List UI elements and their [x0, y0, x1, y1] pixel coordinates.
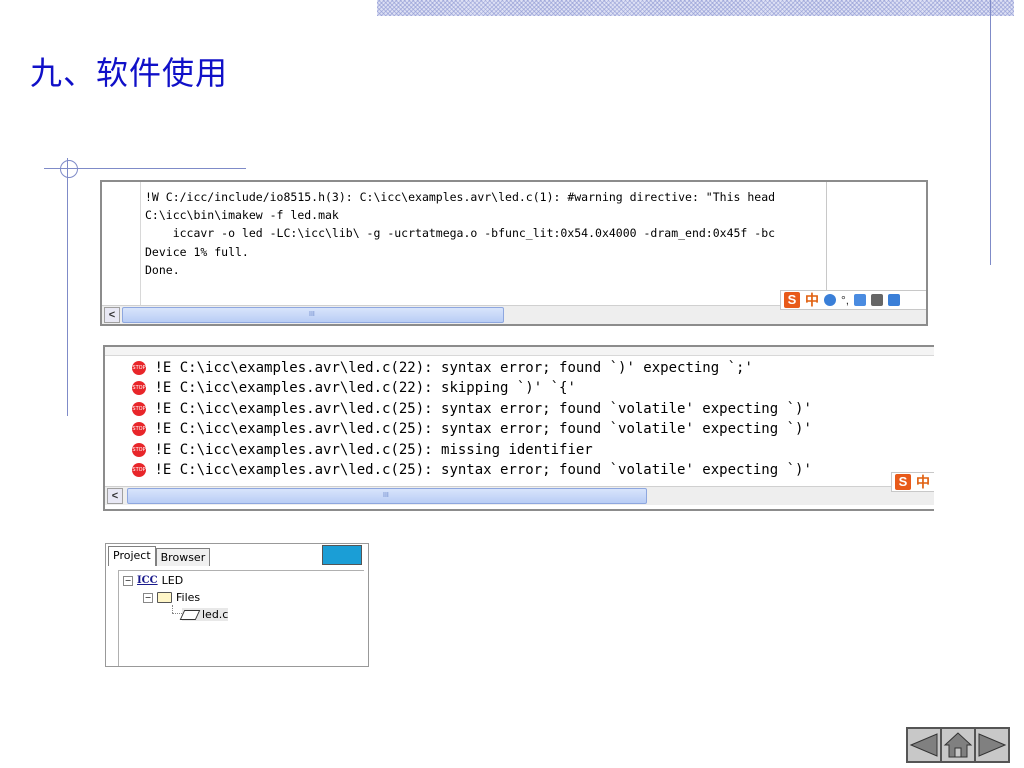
- tree-item-label: led.c: [202, 608, 229, 621]
- scroll-thumb[interactable]: III: [122, 307, 504, 323]
- stop-icon: STOP: [132, 361, 146, 375]
- tree-item-project[interactable]: − ICC LED: [123, 574, 183, 587]
- header-hatch-band: [377, 0, 1014, 16]
- build-output-line: iccavr -o led -LC:\icc\lib\ -g -ucrtatme…: [145, 226, 776, 240]
- error-text: !E C:\icc\examples.avr\led.c(25): missin…: [154, 442, 593, 458]
- tree-connector: [172, 613, 182, 615]
- stop-icon: STOP: [132, 402, 146, 416]
- scroll-thumb-grip: III: [309, 311, 315, 318]
- arrow-right-icon: [978, 733, 1007, 757]
- left-vertical-rule: [67, 158, 68, 416]
- sogou-s-icon[interactable]: S: [895, 474, 911, 490]
- wrench-icon[interactable]: [888, 294, 901, 306]
- error-text: !E C:\icc\examples.avr\led.c(25): syntax…: [154, 421, 812, 437]
- c-file-icon: [179, 609, 201, 620]
- panel-header-graphic: [322, 545, 362, 565]
- next-button[interactable]: [974, 727, 1010, 763]
- collapse-toggle-icon[interactable]: −: [123, 575, 133, 586]
- project-tree: − ICC LED − Files led.c: [118, 570, 364, 666]
- error-output-scrollbar[interactable]: < III: [105, 486, 934, 505]
- tab-project[interactable]: Project: [108, 546, 156, 566]
- tree-item-label: Files: [176, 591, 201, 604]
- project-tabs: Project Browser: [108, 546, 211, 566]
- ime-toolbar[interactable]: S 中: [891, 472, 934, 492]
- user-icon[interactable]: [871, 294, 884, 306]
- ime-chinese-mode[interactable]: 中: [916, 472, 930, 492]
- column-divider: [826, 182, 827, 292]
- output-gutter: [102, 182, 141, 306]
- sogou-s-icon[interactable]: S: [784, 292, 800, 308]
- right-vertical-rule: [990, 0, 991, 265]
- scroll-left-arrow-icon[interactable]: <: [104, 307, 120, 323]
- stop-icon: STOP: [132, 463, 146, 477]
- home-button[interactable]: [940, 727, 976, 763]
- ime-chinese-mode[interactable]: 中: [805, 290, 819, 310]
- error-text: !E C:\icc\examples.avr\led.c(22): syntax…: [154, 360, 753, 376]
- moon-icon[interactable]: [824, 294, 836, 306]
- crosshair-circle-icon: [60, 160, 78, 178]
- slide-title: 九、软件使用: [30, 54, 229, 92]
- collapse-toggle-icon[interactable]: −: [143, 592, 153, 603]
- build-output-line: Device 1% full.: [145, 245, 249, 259]
- slide-nav: [906, 727, 1010, 763]
- error-output-panel: STOP !E C:\icc\examples.avr\led.c(22): s…: [103, 345, 934, 511]
- project-panel: Project Browser − ICC LED − Files led.c: [105, 543, 369, 667]
- scroll-thumb[interactable]: III: [127, 488, 647, 504]
- ime-toolbar[interactable]: S 中 °,: [780, 290, 926, 310]
- previous-button[interactable]: [906, 727, 942, 763]
- error-text: !E C:\icc\examples.avr\led.c(25): syntax…: [154, 401, 812, 417]
- ime-punct[interactable]: °,: [841, 293, 849, 307]
- error-line: STOP !E C:\icc\examples.avr\led.c(25): s…: [132, 460, 812, 481]
- error-line: STOP !E C:\icc\examples.avr\led.c(22): s…: [132, 358, 753, 379]
- tree-connector: [172, 605, 174, 613]
- scroll-thumb-grip: III: [383, 492, 389, 499]
- scroll-left-arrow-icon[interactable]: <: [107, 488, 123, 504]
- stop-icon: STOP: [132, 381, 146, 395]
- build-output-line: !W C:/icc/include/io8515.h(3): C:\icc\ex…: [145, 190, 776, 204]
- tree-item-file[interactable]: led.c: [179, 608, 229, 621]
- build-output-line: Done.: [145, 263, 180, 277]
- open-folder-icon: [157, 592, 172, 603]
- tree-item-label: LED: [161, 574, 184, 587]
- build-output-panel: !W C:/icc/include/io8515.h(3): C:\icc\ex…: [100, 180, 928, 326]
- tab-browser[interactable]: Browser: [155, 548, 211, 566]
- error-line: STOP !E C:\icc\examples.avr\led.c(25): s…: [132, 399, 812, 420]
- arrow-left-icon: [909, 733, 938, 757]
- keyboard-icon[interactable]: [854, 294, 867, 306]
- error-text: !E C:\icc\examples.avr\led.c(22): skippi…: [154, 380, 576, 396]
- stop-icon: STOP: [132, 443, 146, 457]
- error-line: STOP !E C:\icc\examples.avr\led.c(25): s…: [132, 419, 812, 440]
- tree-item-folder[interactable]: − Files: [143, 591, 200, 604]
- error-line: STOP !E C:\icc\examples.avr\led.c(22): s…: [132, 378, 576, 399]
- stop-icon: STOP: [132, 422, 146, 436]
- home-icon: [943, 732, 973, 758]
- icc-logo-icon: ICC: [137, 575, 158, 586]
- error-text: !E C:\icc\examples.avr\led.c(25): syntax…: [154, 462, 812, 478]
- error-line: STOP !E C:\icc\examples.avr\led.c(25): m…: [132, 440, 593, 461]
- build-output-line: C:\icc\bin\imakew -f led.mak: [145, 208, 339, 222]
- panel-top-bar: [105, 347, 934, 356]
